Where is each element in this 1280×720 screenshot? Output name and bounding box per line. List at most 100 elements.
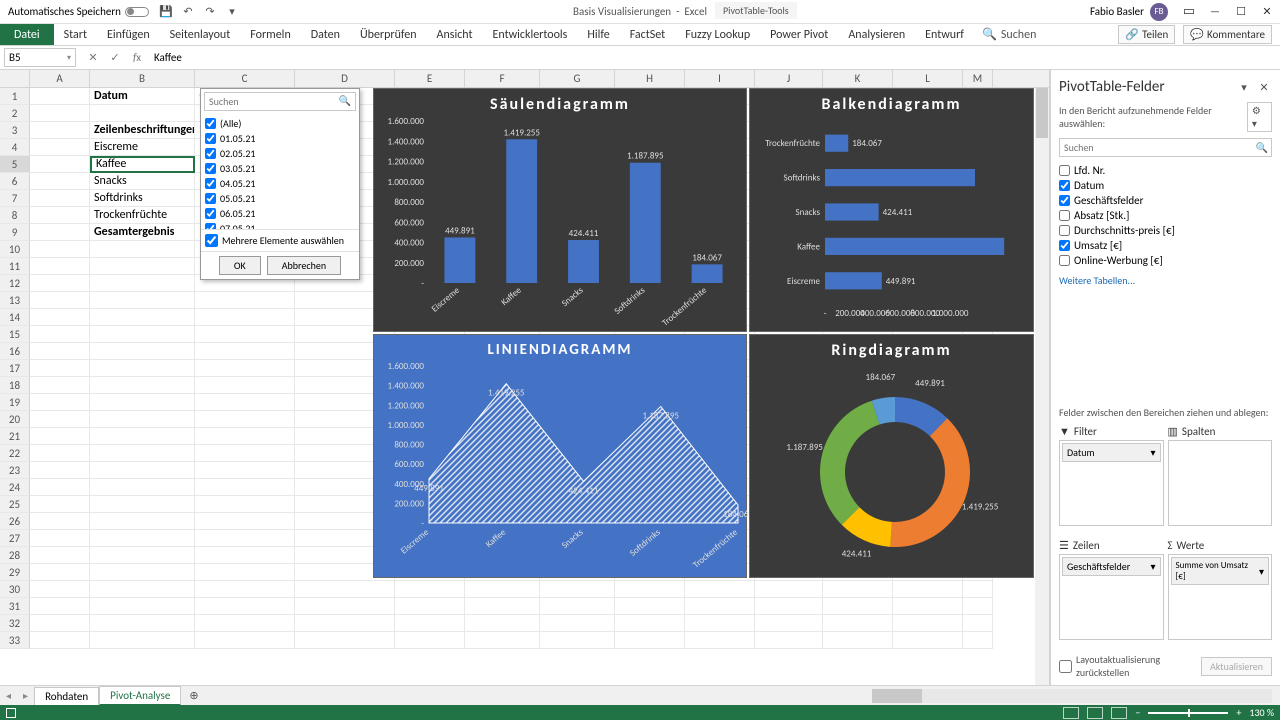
cell[interactable] [963, 598, 993, 615]
cell[interactable] [90, 394, 195, 411]
tab-developer[interactable]: Entwicklertools [483, 24, 578, 45]
cell[interactable] [685, 581, 755, 598]
filter-item[interactable]: 04.05.21 [205, 176, 355, 191]
cell[interactable] [90, 564, 195, 581]
cell[interactable] [90, 309, 195, 326]
tab-insert[interactable]: Einfügen [97, 24, 160, 45]
row-header[interactable]: 5 [0, 156, 30, 173]
qat-more-icon[interactable]: ▾ [225, 5, 239, 19]
cell[interactable] [90, 411, 195, 428]
cell[interactable] [90, 632, 195, 649]
update-button[interactable]: Aktualisieren [1201, 657, 1272, 676]
tab-file[interactable]: Datei [0, 24, 54, 45]
cell[interactable] [30, 88, 90, 105]
cell[interactable] [90, 445, 195, 462]
worksheet-grid[interactable]: ABCDEFGHIJKLM 1Datum(Alle)▾23Zeilenbesch… [0, 70, 1050, 685]
cell[interactable]: Kaffee [90, 156, 195, 173]
formula-input[interactable]: Kaffee [154, 51, 182, 64]
row-header[interactable]: 3 [0, 122, 30, 139]
cell[interactable] [30, 394, 90, 411]
field-item[interactable]: Datum [1059, 178, 1272, 193]
filter-item[interactable]: 07.05.21 [205, 221, 355, 229]
cell[interactable] [893, 632, 963, 649]
col-header[interactable]: B [90, 70, 195, 87]
cell[interactable]: Softdrinks [90, 190, 195, 207]
row-header[interactable]: 20 [0, 411, 30, 428]
cell[interactable] [195, 513, 295, 530]
row-header[interactable]: 32 [0, 615, 30, 632]
cell[interactable] [30, 428, 90, 445]
cell[interactable] [30, 377, 90, 394]
field-search-input[interactable] [1059, 138, 1272, 157]
cell[interactable] [195, 326, 295, 343]
cell[interactable] [30, 122, 90, 139]
view-normal-icon[interactable] [1063, 707, 1079, 719]
row-header[interactable]: 28 [0, 547, 30, 564]
cell[interactable] [195, 632, 295, 649]
cell[interactable] [465, 598, 540, 615]
cancel-fx-icon[interactable]: ✕ [84, 51, 102, 64]
cell[interactable] [615, 632, 685, 649]
cell[interactable] [823, 598, 893, 615]
tab-fuzzy[interactable]: Fuzzy Lookup [675, 24, 760, 45]
save-icon[interactable]: 💾 [159, 5, 173, 19]
cell[interactable] [195, 598, 295, 615]
cell[interactable] [30, 564, 90, 581]
cell[interactable] [30, 190, 90, 207]
cell[interactable] [963, 632, 993, 649]
cell[interactable] [195, 292, 295, 309]
cell[interactable] [195, 581, 295, 598]
cell[interactable] [30, 326, 90, 343]
field-item[interactable]: Umsatz [€] [1059, 238, 1272, 253]
cell[interactable] [30, 275, 90, 292]
cell[interactable] [195, 479, 295, 496]
zoom-out-icon[interactable]: − [1135, 706, 1140, 719]
line-chart[interactable]: LINIENDIAGRAMM -200.000400.000600.000800… [373, 334, 747, 578]
cell[interactable] [30, 411, 90, 428]
col-header[interactable]: G [540, 70, 615, 87]
undo-icon[interactable]: ↶ [181, 5, 195, 19]
cell[interactable] [90, 292, 195, 309]
cell[interactable] [195, 428, 295, 445]
cell[interactable] [395, 581, 465, 598]
cell[interactable] [30, 343, 90, 360]
cell[interactable] [195, 462, 295, 479]
ribbon-display-icon[interactable]: ▭ [1176, 0, 1202, 24]
share-button[interactable]: 🔗Teilen [1118, 25, 1175, 44]
row-header[interactable]: 23 [0, 462, 30, 479]
tab-powerpivot[interactable]: Power Pivot [760, 24, 838, 45]
row-header[interactable]: 11 [0, 258, 30, 275]
rows-drop-area[interactable]: ☰Zeilen Geschäftsfelder▾ [1059, 537, 1164, 647]
row-header[interactable]: 26 [0, 513, 30, 530]
cell[interactable] [963, 615, 993, 632]
cell[interactable] [195, 615, 295, 632]
cell[interactable] [30, 462, 90, 479]
cell[interactable] [30, 139, 90, 156]
row-header[interactable]: 27 [0, 530, 30, 547]
sheet-tab-rohdaten[interactable]: Rohdaten [34, 687, 99, 705]
col-header[interactable]: H [615, 70, 685, 87]
cell[interactable] [90, 428, 195, 445]
filter-item[interactable]: (Alle) [205, 116, 355, 131]
field-item[interactable]: Durchschnitts-preis [€] [1059, 223, 1272, 238]
filter-cancel-button[interactable]: Abbrechen [267, 256, 341, 275]
cell[interactable] [30, 105, 90, 122]
cell[interactable] [30, 224, 90, 241]
tab-data[interactable]: Daten [301, 24, 350, 45]
row-header[interactable]: 18 [0, 377, 30, 394]
cell[interactable] [195, 394, 295, 411]
cell[interactable] [755, 598, 823, 615]
cell[interactable]: Zeilenbeschriftungen [90, 122, 195, 139]
multi-select-checkbox[interactable]: Mehrere Elemente auswählen [201, 229, 359, 251]
tab-formulas[interactable]: Formeln [240, 24, 300, 45]
cell[interactable]: Snacks [90, 173, 195, 190]
cell[interactable] [295, 615, 395, 632]
cell[interactable] [90, 377, 195, 394]
col-header[interactable]: E [395, 70, 465, 87]
cell[interactable] [615, 598, 685, 615]
cell[interactable] [755, 581, 823, 598]
tab-start[interactable]: Start [54, 24, 97, 45]
cell[interactable] [30, 496, 90, 513]
row-header[interactable]: 14 [0, 309, 30, 326]
col-header[interactable]: J [755, 70, 823, 87]
